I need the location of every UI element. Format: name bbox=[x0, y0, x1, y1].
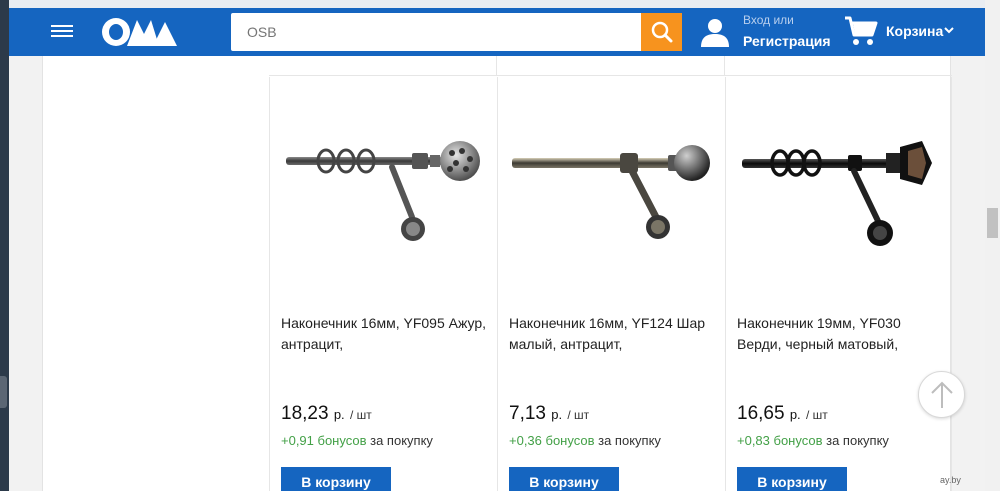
scrollbar-track[interactable] bbox=[985, 0, 1000, 491]
product-name[interactable]: Наконечник 16мм, YF095 Ажур, антрацит, bbox=[281, 313, 486, 355]
product-card[interactable]: Наконечник 19мм, YF030 Верди, черный мат… bbox=[725, 77, 952, 491]
cart-label[interactable]: Корзина bbox=[886, 23, 943, 39]
bonus-suffix: за покупку bbox=[598, 433, 661, 448]
product-name[interactable]: Наконечник 19мм, YF030 Верди, черный мат… bbox=[737, 313, 942, 355]
product-name[interactable]: Наконечник 16мм, YF124 Шар малый, антрац… bbox=[509, 313, 714, 355]
curtain-rod-ball-finial-icon[interactable] bbox=[508, 117, 716, 257]
bonus-info: +0,83 бонусов за покупку bbox=[737, 433, 889, 448]
arrow-up-icon bbox=[930, 381, 953, 408]
price-unit: / шт bbox=[349, 408, 372, 422]
price-value: 16,65 bbox=[737, 403, 785, 424]
search-icon bbox=[651, 21, 672, 43]
side-tab[interactable] bbox=[0, 376, 7, 408]
cart-icon[interactable] bbox=[844, 15, 878, 47]
watermark: ay.by bbox=[940, 475, 961, 485]
product-price: 16,65 р. / шт bbox=[737, 403, 828, 425]
product-grid: Наконечник 16мм, YF095 Ажур, антрацит, 1… bbox=[42, 56, 952, 491]
search-input[interactable] bbox=[231, 13, 641, 51]
price-currency: р. bbox=[551, 407, 563, 422]
bonus-amount: +0,36 бонусов bbox=[509, 433, 595, 448]
curtain-rod-pyramid-finial-icon[interactable] bbox=[736, 117, 944, 257]
register-link[interactable]: Регистрация bbox=[743, 33, 831, 49]
bonus-amount: +0,83 бонусов bbox=[737, 433, 823, 448]
menu-line-icon bbox=[51, 25, 73, 27]
add-to-cart-button[interactable]: В корзину bbox=[737, 467, 847, 491]
price-value: 18,23 bbox=[281, 403, 329, 424]
previous-card-bottom bbox=[497, 56, 725, 76]
hamburger-menu-button[interactable] bbox=[51, 22, 73, 42]
bonus-info: +0,36 бонусов за покупку bbox=[509, 433, 661, 448]
price-unit: / шт bbox=[805, 408, 828, 422]
price-currency: р. bbox=[333, 407, 345, 422]
bonus-info: +0,91 бонусов за покупку bbox=[281, 433, 433, 448]
scroll-to-top-button[interactable] bbox=[918, 371, 965, 418]
bonus-amount: +0,91 бонусов bbox=[281, 433, 367, 448]
previous-card-bottom bbox=[725, 56, 952, 76]
price-value: 7,13 bbox=[509, 403, 546, 424]
top-strip bbox=[9, 0, 985, 8]
previous-card-bottom bbox=[269, 56, 497, 76]
login-label[interactable]: Вход или bbox=[743, 13, 794, 27]
bonus-suffix: за покупку bbox=[826, 433, 889, 448]
scrollbar-thumb[interactable] bbox=[987, 208, 998, 238]
left-window-edge bbox=[0, 0, 9, 491]
oma-logo[interactable] bbox=[101, 16, 177, 48]
chevron-down-icon[interactable] bbox=[944, 25, 954, 35]
bonus-suffix: за покупку bbox=[370, 433, 433, 448]
menu-line-icon bbox=[51, 35, 73, 37]
add-to-cart-button[interactable]: В корзину bbox=[281, 467, 391, 491]
product-price: 7,13 р. / шт bbox=[509, 403, 589, 425]
curtain-rod-openwork-finial-icon[interactable] bbox=[280, 117, 488, 257]
user-icon[interactable] bbox=[699, 16, 731, 48]
add-to-cart-button[interactable]: В корзину bbox=[509, 467, 619, 491]
price-unit: / шт bbox=[567, 408, 590, 422]
product-card[interactable]: Наконечник 16мм, YF124 Шар малый, антрац… bbox=[497, 77, 725, 491]
menu-line-icon bbox=[51, 30, 73, 32]
product-card[interactable]: Наконечник 16мм, YF095 Ажур, антрацит, 1… bbox=[269, 77, 497, 491]
search-button[interactable] bbox=[641, 13, 682, 51]
site-header: Вход или Регистрация Корзина bbox=[9, 8, 985, 56]
price-currency: р. bbox=[789, 407, 801, 422]
product-price: 18,23 р. / шт bbox=[281, 403, 372, 425]
